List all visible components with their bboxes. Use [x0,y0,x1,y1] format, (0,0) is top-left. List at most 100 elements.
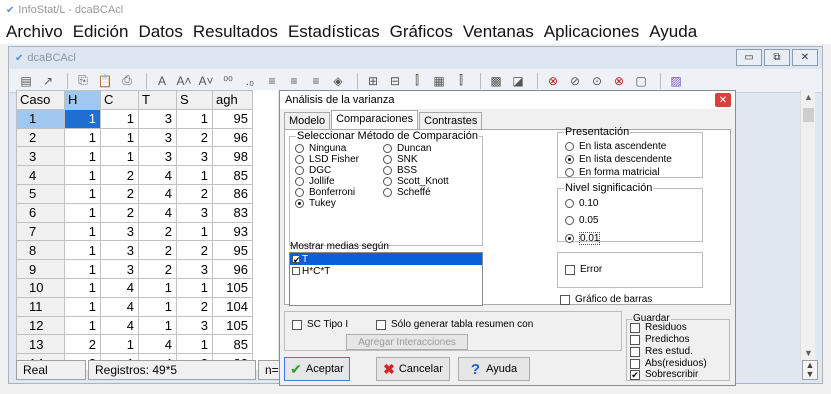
print-icon[interactable]: ⎙ [118,72,136,90]
grid-icon[interactable]: ▩ [487,72,505,90]
table-icon[interactable]: ▦ [430,72,448,90]
row-header[interactable]: 5 [16,183,65,204]
sc-tipo-checkbox[interactable]: SC Tipo I [292,319,348,330]
method-tukey[interactable]: Tukey [295,198,336,209]
menu-archivo[interactable]: Archivo [6,22,63,42]
table-cell[interactable]: 2 [176,183,213,204]
menu-estadisticas[interactable]: Estadísticas [288,22,380,42]
save-abs-residuos[interactable]: Abs(residuos) [630,358,707,369]
align-right-icon[interactable]: ≡ [307,72,325,90]
menu-edicion[interactable]: Edición [73,22,129,42]
table-cell[interactable]: 3 [138,127,177,148]
table-cell[interactable]: 2 [100,202,139,223]
method-snk[interactable]: SNK [383,154,418,165]
table-cell[interactable]: 86 [212,183,253,204]
method-jollife[interactable]: Jollife [295,176,335,187]
menu-graficos[interactable]: Gráficos [390,22,453,42]
method-ninguna[interactable]: Ninguna [295,143,346,154]
table-cell[interactable]: 1 [100,108,139,129]
status-spinner[interactable]: ▲ ▼ [802,360,818,380]
row-header[interactable]: 8 [16,240,65,261]
accept-button[interactable]: ✔ Aceptar [284,357,350,381]
means-listbox[interactable]: ✔ T H*C*T [289,252,483,306]
method-bss[interactable]: BSS [383,165,417,176]
table-cell[interactable]: 83 [212,202,253,223]
table-cell[interactable]: 1 [64,277,101,298]
row-header[interactable]: 2 [16,127,65,148]
method-dgc[interactable]: DGC [295,165,331,176]
save-predichos[interactable]: Predichos [630,334,689,345]
presentation-ascending[interactable]: En lista ascendente [565,141,666,152]
table-cell[interactable]: 1 [176,108,213,129]
method-bonferroni[interactable]: Bonferroni [295,187,355,198]
table-cell[interactable]: 1 [138,296,177,317]
table-cell[interactable]: 95 [212,108,253,129]
restore-button[interactable]: ⧉ [764,49,790,66]
table-cell[interactable]: 4 [100,277,139,298]
menu-ventanas[interactable]: Ventanas [463,22,534,42]
close-window-button[interactable]: ✕ [792,49,818,66]
table-cell[interactable]: 96 [212,259,253,279]
grid-vertical-scrollbar[interactable]: ▲ ▼ [800,90,815,360]
table-cell[interactable]: 2 [64,334,101,355]
filter-check-icon[interactable]: ⊘ [566,72,584,90]
delete-row-icon[interactable]: ⊟ [386,72,404,90]
add-interactions-button[interactable]: Agregar Interacciones [346,334,468,350]
row-header[interactable]: 1 [16,108,65,129]
row-header[interactable]: 11 [16,296,65,317]
column-icon[interactable]: ⫿ [452,72,470,90]
tab-modelo[interactable]: Modelo [284,112,331,129]
checkbox-icon[interactable] [292,267,300,275]
decimal-decrease-icon[interactable]: .₀ [241,72,259,90]
table-cell[interactable]: 3 [176,202,213,223]
paste-icon[interactable]: 📋 [96,72,114,90]
column-header[interactable]: S [176,90,213,110]
table-cell[interactable]: 3 [176,259,213,279]
means-item-t[interactable]: ✔ T [290,253,482,265]
filter-box-icon[interactable]: ▢ [632,72,650,90]
align-center-icon[interactable]: ≡ [285,72,303,90]
table-cell[interactable]: 1 [100,334,139,355]
row-header[interactable]: 7 [16,221,65,242]
font-icon[interactable]: A [153,72,171,90]
table-cell[interactable]: 1 [64,315,101,336]
table-cell[interactable]: 1 [64,146,101,167]
menu-resultados[interactable]: Resultados [193,22,278,42]
table-cell[interactable]: 1 [64,296,101,317]
table-cell[interactable]: 3 [138,108,177,129]
method-scott-knott[interactable]: Scott_Knott [383,176,449,187]
table-cell[interactable]: 1 [176,221,213,242]
table-cell[interactable]: 1 [64,183,101,204]
table-cell[interactable]: 2 [138,221,177,242]
bar-chart-checkbox[interactable]: Gráfico de barras [560,294,652,305]
filter-clear-icon[interactable]: ⊗ [610,72,628,90]
table-cell[interactable]: 4 [138,202,177,223]
significance-0-01[interactable]: 0.01 [565,232,601,245]
row-header[interactable]: 13 [16,334,65,355]
insert-column-icon[interactable]: ⫿ [408,72,426,90]
table-cell[interactable]: 105 [212,315,253,336]
column-header[interactable]: Caso [16,90,65,110]
table-cell[interactable]: 3 [176,146,213,167]
presentation-descending[interactable]: En lista descendente [565,154,672,165]
scroll-down-icon[interactable]: ▼ [804,348,813,358]
align-left-icon[interactable]: ≡ [263,72,281,90]
error-checkbox[interactable]: Error [565,264,602,275]
table-cell[interactable]: 4 [138,165,177,185]
column-header[interactable]: C [100,90,139,110]
font-grow-icon[interactable]: A˄ [175,72,193,90]
table-cell[interactable]: 4 [100,296,139,317]
table-cell[interactable]: 105 [212,277,253,298]
table-cell[interactable]: 1 [100,146,139,167]
scroll-up-icon[interactable]: ▲ [804,92,813,102]
filter-search-icon[interactable]: ⊙ [588,72,606,90]
table-cell[interactable]: 2 [138,259,177,279]
means-item-hct[interactable]: H*C*T [290,265,482,277]
table-cell[interactable]: 2 [100,165,139,185]
table-cell[interactable]: 93 [212,221,253,242]
table-cell[interactable]: 3 [100,259,139,279]
insert-row-icon[interactable]: ⊞ [364,72,382,90]
table-cell[interactable]: 95 [212,240,253,261]
row-header[interactable]: 6 [16,202,65,223]
row-header[interactable]: 10 [16,277,65,298]
